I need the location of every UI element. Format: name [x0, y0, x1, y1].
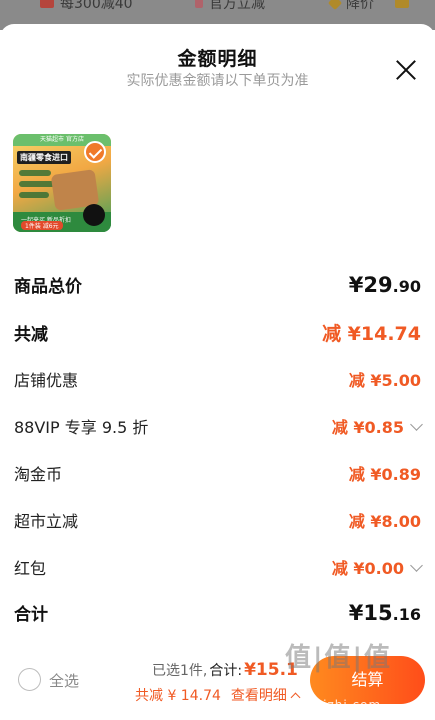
view-detail-link[interactable]: 查看明细 — [231, 685, 287, 705]
watermark-url: zhizhizhi.com — [287, 698, 382, 712]
promo-chip-discount: 每300减40 — [40, 0, 133, 14]
red-packet-value: 减 ¥0.00 — [331, 559, 404, 578]
row-vip-discount[interactable]: 88VIP 专享 9.5 折 减 ¥0.85 — [14, 414, 423, 438]
savings-summary[interactable]: 共减 ¥ 14.74 查看明细 — [135, 685, 301, 705]
row-supermarket-discount: 超市立减 减 ¥8.00 — [14, 508, 421, 532]
row-taojinbi: 淘金币 减 ¥0.89 — [14, 461, 421, 485]
promo-chip-price-drop: 降价 — [327, 0, 409, 14]
total-price-value: ¥29.90 — [348, 272, 421, 297]
amount-detail-sheet: 金额明细 实际优惠金额请以下单页为准 天猫超市 官方店 南疆零食进口 一起来买 … — [0, 24, 435, 720]
close-icon[interactable] — [395, 59, 417, 81]
thumb-brand: 南疆零食进口 — [17, 151, 71, 164]
sheet-title: 金额明细 — [177, 48, 258, 70]
sheet-subtitle: 实际优惠金额请以下单页为准 — [126, 73, 309, 89]
row-total: 合计 ¥15.16 — [14, 600, 421, 626]
store-discount-value: 减 ¥5.00 — [348, 371, 421, 390]
chevron-down-icon[interactable] — [410, 417, 423, 431]
checkout-bar: 全选 已选1件, 合计: ¥15.1 共减 ¥ 14.74 查看明细 结算 值|… — [0, 632, 435, 720]
thumb-feature-line — [19, 192, 49, 198]
thumb-feature-line — [19, 181, 55, 187]
vip-discount-value: 减 ¥0.85 — [331, 418, 404, 437]
diamond-icon — [327, 0, 343, 11]
total-discount-value: 减 ¥14.74 — [322, 323, 421, 345]
badge-icon — [395, 0, 409, 8]
tag-icon — [195, 0, 203, 8]
select-all-label[interactable]: 全选 — [49, 670, 79, 691]
product-thumbnail[interactable]: 天猫超市 官方店 南疆零食进口 一起来买 新品折扣 1件装 减6元 — [13, 134, 111, 232]
thumb-promo-pill: 1件装 减6元 — [21, 221, 63, 230]
promo-icon — [40, 0, 54, 8]
chevron-down-icon[interactable] — [410, 558, 423, 572]
selected-check-icon[interactable] — [84, 141, 106, 163]
tmall-cat-icon — [83, 204, 105, 226]
thumb-feature-line — [19, 170, 51, 176]
row-total-price: 商品总价 ¥29.90 — [14, 272, 421, 298]
total-value: ¥15.16 — [348, 600, 421, 625]
watermark-logo: 值|值|值 — [285, 643, 392, 673]
promo-chip-official: 官方立减 — [195, 0, 265, 14]
row-total-discount: 共减 减 ¥14.74 — [14, 319, 421, 346]
supermarket-discount-value: 减 ¥8.00 — [348, 512, 421, 531]
select-all-radio[interactable] — [18, 668, 41, 691]
row-red-packet[interactable]: 红包 减 ¥0.00 — [14, 555, 423, 579]
taojinbi-value: 减 ¥0.89 — [348, 465, 421, 484]
selection-summary: 已选1件, 合计: ¥15.1 — [152, 660, 298, 680]
row-store-discount: 店铺优惠 减 ¥5.00 — [14, 367, 421, 391]
